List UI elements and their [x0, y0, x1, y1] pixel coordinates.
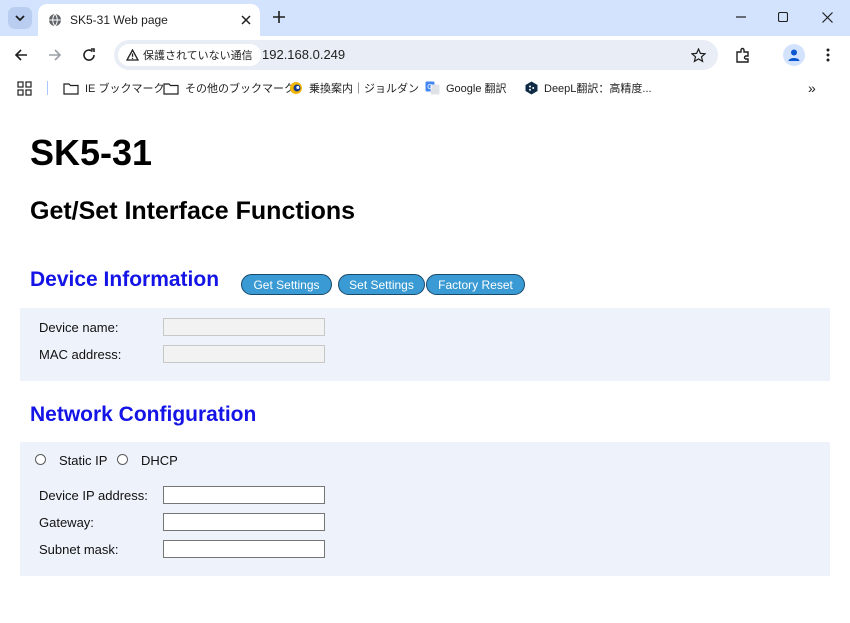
- static-ip-label: Static IP: [59, 453, 108, 468]
- gateway-field[interactable]: [163, 513, 325, 531]
- minimize-icon: [736, 16, 746, 18]
- puzzle-icon: [736, 47, 749, 63]
- globe-icon: [49, 13, 61, 27]
- address-bar[interactable]: 保護されていない通信 192.168.0.249: [114, 40, 718, 70]
- device-ip-field[interactable]: [163, 486, 325, 504]
- profile-button[interactable]: [783, 44, 805, 66]
- warning-icon: [126, 49, 139, 61]
- bookmark-star-button[interactable]: [688, 45, 708, 65]
- back-button[interactable]: [10, 44, 32, 66]
- bookmarks-separator: [47, 81, 48, 95]
- device-name-label: Device name:: [39, 320, 119, 335]
- subnet-mask-field[interactable]: [163, 540, 325, 558]
- browser-toolbar: 保護されていない通信 192.168.0.249: [0, 36, 850, 74]
- star-icon: [690, 47, 706, 63]
- subnet-mask-label: Subnet mask:: [39, 542, 119, 557]
- folder-icon: [163, 82, 179, 95]
- tab-title: SK5-31 Web page: [70, 13, 168, 27]
- factory-reset-button[interactable]: Factory Reset: [426, 274, 525, 295]
- bookmark-label: Google 翻訳: [446, 83, 507, 95]
- tab-search-button[interactable]: [8, 7, 32, 29]
- dhcp-label: DHCP: [141, 453, 178, 468]
- more-vert-icon: [826, 48, 830, 62]
- mac-address-field[interactable]: [163, 345, 325, 363]
- network-config-panel: Static IP DHCP Device IP address: Gatewa…: [20, 442, 830, 576]
- more-bookmarks-button[interactable]: »: [808, 79, 816, 97]
- security-label: 保護されていない通信: [143, 50, 253, 62]
- jorudan-icon: [289, 81, 303, 95]
- bookmark-deepl[interactable]: DeepL翻訳：高精度...: [525, 79, 652, 97]
- security-chip[interactable]: 保護されていない通信: [118, 44, 261, 66]
- close-icon: [241, 15, 251, 25]
- close-tab-button[interactable]: [236, 10, 256, 30]
- bookmark-label: DeepL翻訳：高精度...: [544, 83, 652, 95]
- folder-icon: [63, 82, 79, 95]
- apps-button[interactable]: [17, 79, 32, 97]
- minimize-button[interactable]: [729, 6, 753, 28]
- svg-text:G: G: [427, 84, 432, 91]
- reload-icon: [83, 48, 95, 61]
- plus-icon: [273, 11, 285, 23]
- chevron-down-icon: [15, 15, 25, 22]
- forward-arrow-icon: [49, 49, 62, 61]
- page-content: SK5-31 Get/Set Interface Functions Devic…: [0, 102, 850, 623]
- close-window-button[interactable]: [815, 6, 839, 28]
- bookmark-other[interactable]: その他のブックマーク: [163, 79, 295, 97]
- avatar: [783, 44, 805, 66]
- maximize-icon: [778, 12, 788, 22]
- static-ip-radio[interactable]: [35, 454, 46, 465]
- person-icon: [788, 49, 800, 61]
- new-tab-button[interactable]: [268, 6, 290, 28]
- back-arrow-icon: [14, 49, 27, 61]
- device-ip-label: Device IP address:: [39, 488, 148, 503]
- device-info-heading: Device Information: [30, 268, 220, 291]
- google-translate-icon: G: [425, 81, 440, 95]
- close-icon: [821, 11, 833, 23]
- forward-button[interactable]: [44, 44, 66, 66]
- more-bookmarks-label: »: [808, 80, 816, 96]
- active-tab[interactable]: SK5-31 Web page: [38, 4, 260, 36]
- bookmark-ie[interactable]: IE ブックマーク: [63, 79, 164, 97]
- page-subtitle: Get/Set Interface Functions: [30, 197, 356, 225]
- menu-button[interactable]: [817, 44, 839, 66]
- mac-address-label: MAC address:: [39, 347, 122, 362]
- maximize-button[interactable]: [771, 6, 795, 28]
- bookmark-label: IE ブックマーク: [85, 83, 165, 95]
- bookmark-label: その他のブックマーク: [185, 83, 295, 95]
- apps-grid-icon: [17, 80, 32, 96]
- tab-bar: SK5-31 Web page: [0, 0, 850, 36]
- reload-button[interactable]: [78, 44, 100, 66]
- extensions-button[interactable]: [732, 44, 754, 66]
- page-title: SK5-31: [30, 132, 153, 173]
- gateway-label: Gateway:: [39, 515, 94, 530]
- bookmark-google-translate[interactable]: G Google 翻訳: [425, 79, 507, 97]
- device-name-field[interactable]: [163, 318, 325, 336]
- get-settings-button[interactable]: Get Settings: [241, 274, 332, 295]
- network-config-heading: Network Configuration: [30, 403, 257, 426]
- set-settings-button[interactable]: Set Settings: [338, 274, 425, 295]
- dhcp-radio[interactable]: [117, 454, 128, 465]
- url-text[interactable]: 192.168.0.249: [262, 47, 345, 62]
- deepl-icon: [525, 81, 538, 95]
- bookmark-label: 乗換案内｜ジョルダン: [309, 83, 419, 95]
- bookmark-jorudan[interactable]: 乗換案内｜ジョルダン: [289, 79, 419, 97]
- bookmarks-bar: IE ブックマーク その他のブックマーク 乗換案内｜ジョルダン G Google…: [0, 74, 850, 102]
- device-info-panel: Device name: MAC address:: [20, 308, 830, 381]
